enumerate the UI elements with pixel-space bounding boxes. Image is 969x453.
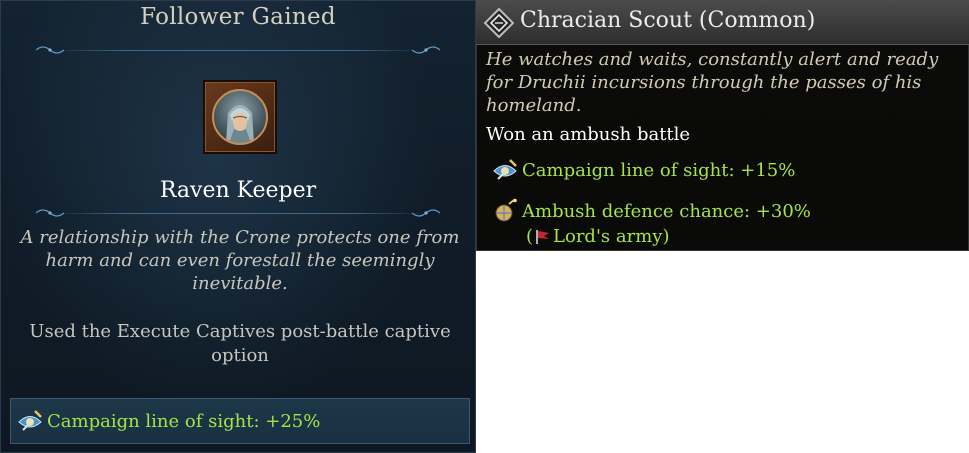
effect-row: Campaign line of sight: +25% — [17, 408, 320, 434]
scope-label: Lord's army — [553, 226, 663, 247]
tooltip-flavor-text: He watches and waits, constantly alert a… — [486, 49, 939, 116]
tooltip-effect-line-of-sight: Campaign line of sight: +15% — [492, 157, 795, 183]
ornamental-divider-top — [30, 43, 446, 57]
ambush-defence-icon — [495, 198, 517, 222]
panel-title: Follower Gained — [140, 4, 336, 30]
follower-gained-panel: Follower Gained Raven Keeper A relations… — [0, 0, 476, 453]
raven-keeper-portrait-icon — [212, 89, 268, 145]
effect-box: Campaign line of sight: +25% — [10, 398, 470, 444]
effect-text: Ambush defence chance: +30% — [522, 200, 811, 222]
tooltip-header: Chracian Scout (Common) — [476, 0, 969, 45]
scope-open-paren: ( — [526, 226, 534, 247]
follower-trigger: Used the Execute Captives post-battle ca… — [29, 321, 451, 366]
scope-close-paren: ) — [662, 226, 670, 247]
effect-text: Campaign line of sight: +15% — [522, 159, 796, 181]
follower-diamond-icon — [484, 8, 514, 38]
tooltip-trigger: Won an ambush battle — [486, 124, 691, 145]
follower-tooltip: Chracian Scout (Common) He watches and w… — [476, 0, 969, 251]
line-of-sight-icon — [18, 410, 42, 431]
ornamental-divider-middle — [30, 206, 446, 220]
effect-text: Campaign line of sight: +25% — [47, 410, 321, 432]
tooltip-effect-ambush-defence: Ambush defence chance: +30% — [492, 198, 811, 224]
follower-name: Raven Keeper — [159, 178, 317, 203]
line-of-sight-icon — [493, 159, 517, 180]
follower-portrait[interactable] — [203, 80, 277, 154]
follower-description: A relationship with the Crone protects o… — [20, 227, 460, 294]
effect-scope: ( Lord's army ) — [526, 226, 669, 247]
lords-army-flag-icon — [536, 229, 550, 244]
tooltip-title: Chracian Scout (Common) — [520, 8, 816, 33]
